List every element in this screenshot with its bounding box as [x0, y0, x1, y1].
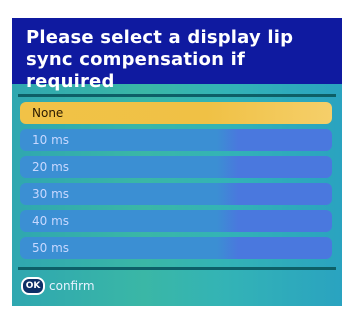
- footer-hint: OK confirm: [21, 277, 95, 295]
- option-10ms[interactable]: 10 ms: [20, 129, 332, 151]
- option-label: 20 ms: [32, 160, 70, 174]
- tv-screen: Please select a display lip sync compens…: [0, 0, 352, 316]
- option-label: 10 ms: [32, 133, 70, 147]
- option-20ms[interactable]: 20 ms: [20, 156, 332, 178]
- option-label: None: [32, 106, 64, 120]
- bottom-divider: [18, 267, 336, 270]
- dialog-title: Please select a display lip sync compens…: [12, 18, 342, 92]
- option-40ms[interactable]: 40 ms: [20, 210, 332, 232]
- option-label: 40 ms: [32, 214, 70, 228]
- option-50ms[interactable]: 50 ms: [20, 237, 332, 259]
- confirm-label: confirm: [49, 279, 95, 293]
- ok-icon[interactable]: OK: [21, 277, 45, 295]
- lip-sync-dialog: Please select a display lip sync compens…: [12, 18, 342, 306]
- option-label: 30 ms: [32, 187, 70, 201]
- top-divider: [18, 94, 336, 97]
- option-30ms[interactable]: 30 ms: [20, 183, 332, 205]
- lip-sync-options-list: None 10 ms 20 ms 30 ms 40 ms 50 ms: [20, 102, 332, 264]
- option-none[interactable]: None: [20, 102, 332, 124]
- option-label: 50 ms: [32, 241, 70, 255]
- ok-icon-text: OK: [25, 281, 41, 291]
